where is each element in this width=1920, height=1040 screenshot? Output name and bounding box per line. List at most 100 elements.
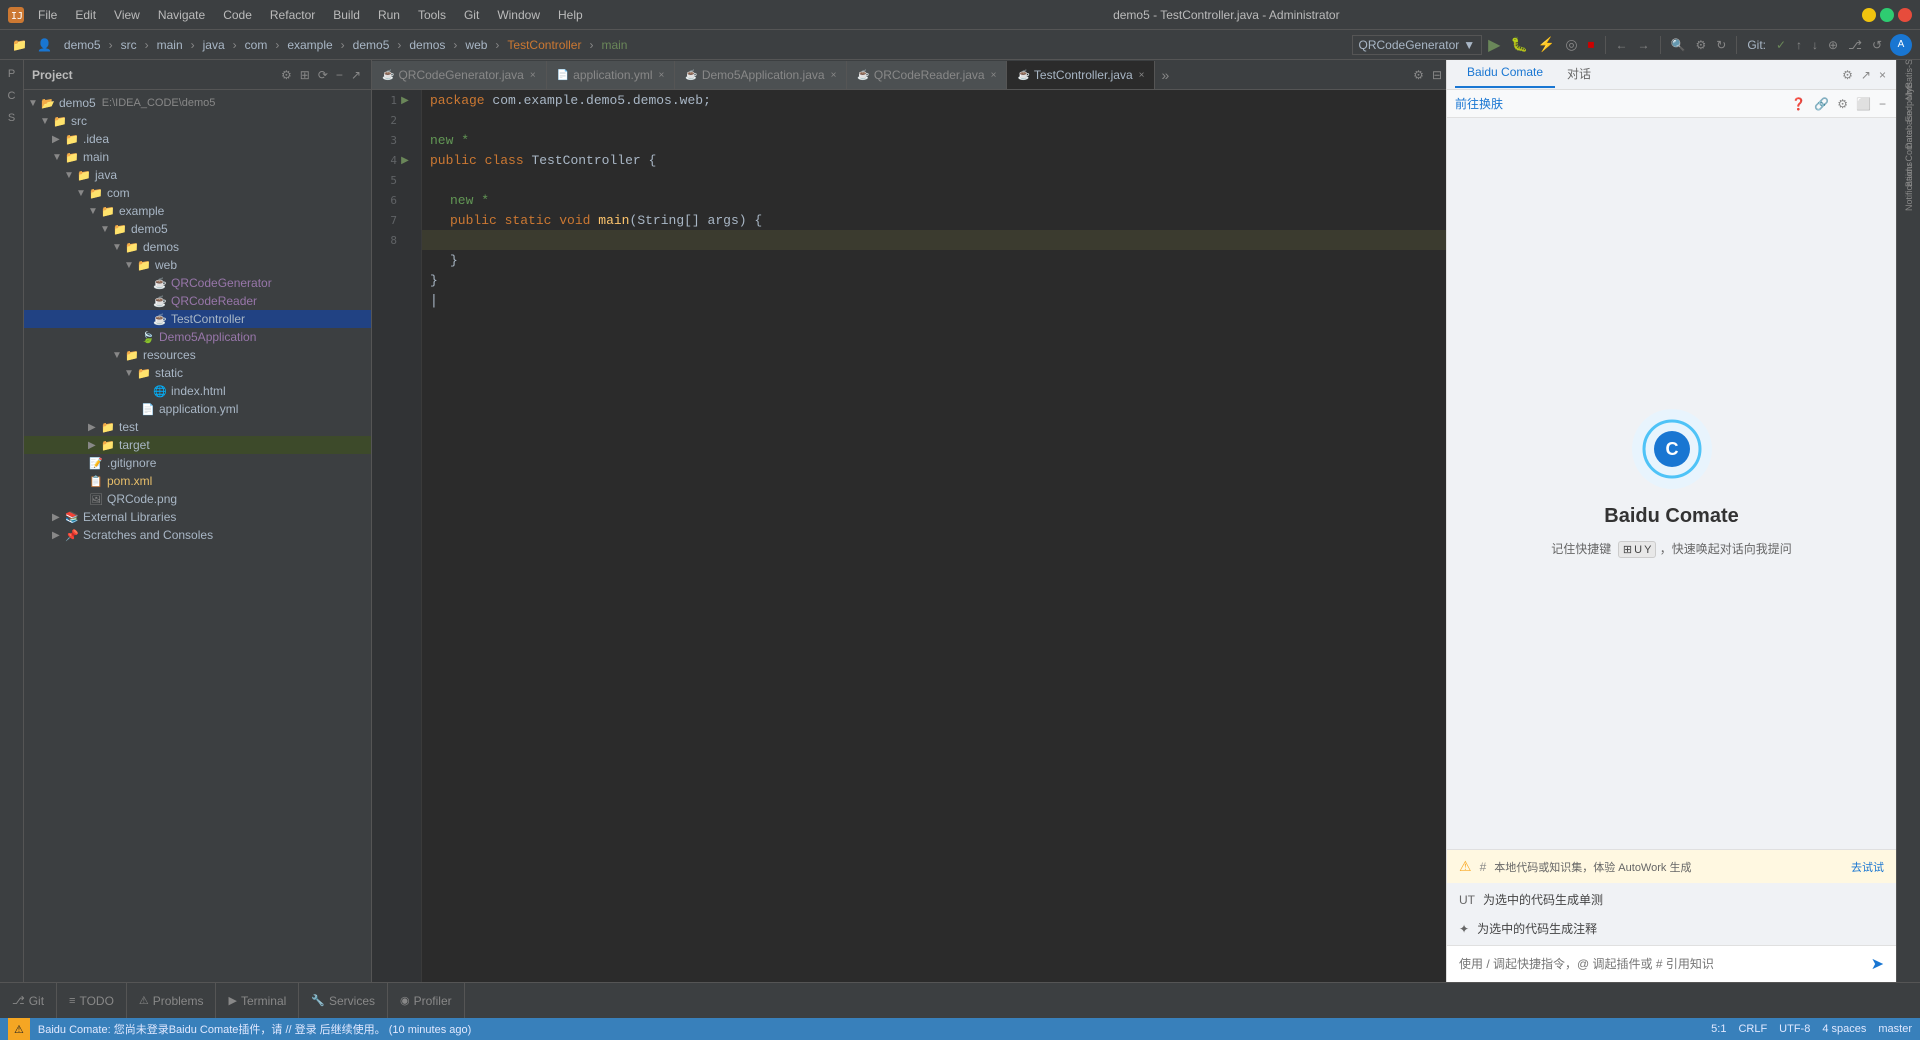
breadcrumb-demos[interactable]: demos: [405, 36, 449, 54]
tab-applicationyml[interactable]: 📄 application.yml ×: [547, 61, 676, 89]
editor-settings-icon[interactable]: ⚙: [1409, 68, 1428, 82]
status-line-ending[interactable]: CRLF: [1738, 1023, 1767, 1035]
code-content[interactable]: package com.example.demo5.demos.web; new…: [422, 90, 1446, 982]
tab-demo5app[interactable]: ☕ Demo5Application.java ×: [675, 61, 847, 89]
back-button[interactable]: ←: [1612, 36, 1632, 54]
bottom-tab-services[interactable]: 🔧 Services: [299, 983, 388, 1018]
comate-action-ut[interactable]: UT 为选中的代码生成单测: [1459, 887, 1884, 912]
menu-git[interactable]: Git: [456, 6, 487, 24]
status-position[interactable]: 5:1: [1711, 1023, 1726, 1035]
breadcrumb-demo5[interactable]: demo5: [60, 36, 105, 54]
tree-item-demos[interactable]: ▼ 📁 demos: [24, 238, 371, 256]
structure-icon[interactable]: S: [2, 108, 22, 128]
git-rollback-icon[interactable]: ↺: [1868, 36, 1886, 54]
tab-close-button[interactable]: ×: [831, 70, 837, 81]
scroll-icon[interactable]: ⟳: [316, 66, 330, 84]
toolbar-project-icon[interactable]: 📁: [8, 36, 31, 54]
profile-button[interactable]: ◎: [1561, 34, 1581, 55]
git-check-icon[interactable]: ✓: [1772, 36, 1790, 54]
menu-build[interactable]: Build: [325, 6, 368, 24]
project-icon[interactable]: P: [2, 64, 22, 84]
bottom-tab-terminal[interactable]: ▶ Terminal: [216, 983, 299, 1018]
menu-help[interactable]: Help: [550, 6, 591, 24]
settings-button[interactable]: ⚙: [1691, 36, 1710, 54]
commit-icon[interactable]: C: [2, 86, 22, 106]
status-indent[interactable]: 4 spaces: [1822, 1023, 1866, 1035]
comate-nav-icon-2[interactable]: 🔗: [1812, 95, 1831, 113]
tab-close-button[interactable]: ×: [530, 70, 536, 81]
comate-tip-link[interactable]: 去试试: [1851, 859, 1884, 875]
user-avatar[interactable]: A: [1890, 34, 1912, 56]
coverage-button[interactable]: ⚡: [1534, 34, 1559, 55]
comate-nav-link[interactable]: 前往换肤: [1455, 95, 1503, 112]
right-icon-notifications[interactable]: Notifications: [1899, 176, 1919, 196]
stop-button[interactable]: ⏹: [1584, 34, 1599, 55]
bottom-tab-profiler[interactable]: ◉ Profiler: [388, 983, 465, 1018]
comate-tab-dialog[interactable]: 对话: [1555, 61, 1603, 88]
tree-item-demo5[interactable]: ▼ 📂 demo5 E:\IDEA_CODE\demo5: [24, 94, 371, 112]
breadcrumb-web[interactable]: web: [461, 36, 491, 54]
menu-tools[interactable]: Tools: [410, 6, 454, 24]
tree-item-com[interactable]: ▼ 📁 com: [24, 184, 371, 202]
toolbar-profile-icon[interactable]: 👤: [33, 36, 56, 54]
comate-expand-icon[interactable]: ↗: [1859, 66, 1873, 84]
tree-item-qrcodepng[interactable]: ▶ 🖼 QRCode.png: [24, 490, 371, 508]
breadcrumb-src[interactable]: src: [117, 36, 141, 54]
tree-item-demo5pkg[interactable]: ▼ 📁 demo5: [24, 220, 371, 238]
update-button[interactable]: ↻: [1712, 36, 1730, 54]
tree-item-idea[interactable]: ▶ 📁 .idea: [24, 130, 371, 148]
right-icon-endpoints[interactable]: Endpoints: [1899, 92, 1919, 112]
breadcrumb-java[interactable]: java: [199, 36, 229, 54]
minimize-button[interactable]: [1862, 8, 1876, 22]
comate-close-icon[interactable]: ×: [1877, 66, 1888, 84]
menu-file[interactable]: File: [30, 6, 65, 24]
tree-item-pomxml[interactable]: ▶ 📋 pom.xml: [24, 472, 371, 490]
editor-layout-icon[interactable]: ⊟: [1428, 68, 1446, 82]
comate-nav-icon-1[interactable]: ❓: [1789, 95, 1808, 113]
layout-icon[interactable]: ⊞: [298, 66, 312, 84]
tree-item-demo5app[interactable]: ▶ 🍃 Demo5Application: [24, 328, 371, 346]
debug-button[interactable]: 🐛: [1506, 34, 1531, 55]
tab-close-button[interactable]: ×: [991, 70, 997, 81]
tab-qrcodereader[interactable]: ☕ QRCodeReader.java ×: [847, 61, 1007, 89]
comate-action-comment[interactable]: ✦ 为选中的代码生成注释: [1459, 916, 1884, 941]
code-empty-space[interactable]: [422, 310, 1446, 710]
comate-settings-icon[interactable]: ⚙: [1840, 66, 1855, 84]
breadcrumb-main-method[interactable]: main: [597, 36, 631, 54]
tab-close-button[interactable]: ×: [659, 70, 665, 81]
gutter-run-class-icon[interactable]: ▶: [397, 155, 413, 166]
bottom-tab-problems[interactable]: ⚠ Problems: [127, 983, 217, 1018]
bottom-tab-git[interactable]: ⎇ Git: [0, 983, 57, 1018]
git-pull-icon[interactable]: ↓: [1808, 36, 1822, 54]
tree-item-web[interactable]: ▼ 📁 web: [24, 256, 371, 274]
comate-nav-icon-3[interactable]: ⚙: [1835, 95, 1850, 113]
tree-item-external-libs[interactable]: ▶ 📚 External Libraries: [24, 508, 371, 526]
tab-testcontroller[interactable]: ☕ TestController.java ×: [1007, 61, 1155, 89]
menu-edit[interactable]: Edit: [67, 6, 104, 24]
comate-tab-main[interactable]: Baidu Comate: [1455, 61, 1555, 88]
tree-item-indexhtml[interactable]: ▶ 🌐 index.html: [24, 382, 371, 400]
tree-item-static[interactable]: ▼ 📁 static: [24, 364, 371, 382]
tree-item-qrcodereader[interactable]: ▶ ☕ QRCodeReader: [24, 292, 371, 310]
forward-button[interactable]: →: [1634, 36, 1654, 54]
search-button[interactable]: 🔍: [1667, 36, 1690, 54]
breadcrumb-testcontroller[interactable]: TestController: [503, 36, 585, 54]
minimize-panel-icon[interactable]: −: [334, 66, 345, 84]
menu-run[interactable]: Run: [370, 6, 408, 24]
comate-send-button[interactable]: ➤: [1871, 954, 1884, 974]
git-history-icon[interactable]: ⊕: [1824, 36, 1842, 54]
cursor-area[interactable]: |: [422, 290, 1446, 310]
breadcrumb-example[interactable]: example: [283, 36, 336, 54]
maximize-button[interactable]: [1880, 8, 1894, 22]
tab-qrcodegenerator[interactable]: ☕ QRCodeGenerator.java ×: [372, 61, 547, 89]
status-encoding[interactable]: UTF-8: [1779, 1023, 1810, 1035]
tree-item-example[interactable]: ▼ 📁 example: [24, 202, 371, 220]
breadcrumb-com[interactable]: com: [241, 36, 272, 54]
menu-refactor[interactable]: Refactor: [262, 6, 323, 24]
expand-panel-icon[interactable]: ↗: [349, 66, 363, 84]
gear-icon[interactable]: ⚙: [279, 66, 294, 84]
gutter-run-icon[interactable]: ▶: [397, 95, 413, 106]
close-button[interactable]: [1898, 8, 1912, 22]
menu-window[interactable]: Window: [489, 6, 548, 24]
tree-item-resources[interactable]: ▼ 📁 resources: [24, 346, 371, 364]
